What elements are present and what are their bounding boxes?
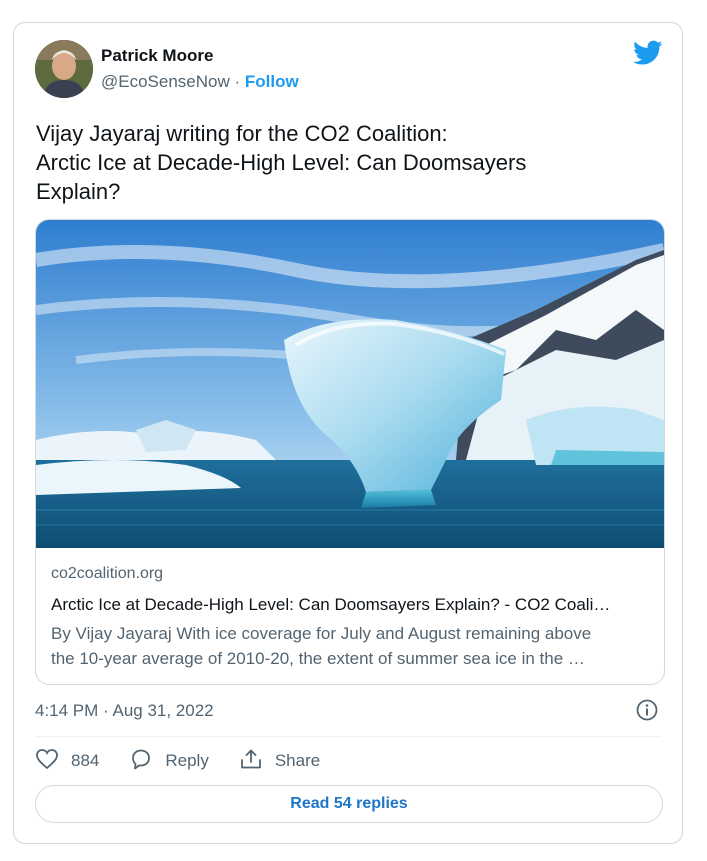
tweet-timestamp[interactable]: 4:14 PM · Aug 31, 2022 [35, 701, 214, 721]
separator: · [229, 72, 245, 91]
link-description-line: the 10-year average of 2010-20, the exte… [51, 649, 585, 668]
heart-icon [35, 748, 71, 775]
twitter-bird-icon[interactable] [633, 40, 663, 66]
link-preview-card[interactable]: co2coalition.org Arctic Ice at Decade-Hi… [35, 219, 665, 685]
tweet-actions: 884 Reply Share [35, 747, 350, 775]
link-preview-image[interactable] [36, 220, 664, 548]
author-handle[interactable]: @EcoSenseNow [101, 72, 230, 91]
link-description-line: By Vijay Jayaraj With ice coverage for J… [51, 624, 592, 643]
info-icon[interactable] [636, 699, 658, 721]
reply-icon [129, 748, 165, 775]
tweet-text-line: Explain? [36, 179, 121, 204]
tweet-card: Patrick Moore @EcoSenseNow · Follow Vija… [13, 22, 683, 844]
tweet-text: Vijay Jayaraj writing for the CO2 Coalit… [36, 119, 636, 206]
follow-button[interactable]: Follow [245, 72, 299, 91]
share-icon [239, 748, 275, 775]
share-button[interactable]: Share [239, 748, 320, 775]
reply-button[interactable]: Reply [129, 748, 209, 775]
share-label: Share [274, 751, 321, 770]
read-replies-button[interactable]: Read 54 replies [35, 785, 663, 823]
tweet-text-line: Arctic Ice at Decade-High Level: Can Doo… [36, 150, 527, 175]
reply-label: Reply [165, 751, 209, 770]
author-name[interactable]: Patrick Moore [101, 46, 213, 66]
tweet-text-line: Vijay Jayaraj writing for the CO2 Coalit… [36, 121, 448, 146]
divider [35, 736, 661, 737]
like-count: 884 [71, 751, 100, 770]
like-button[interactable]: 884 [35, 748, 99, 775]
author-handle-row: @EcoSenseNow · Follow [101, 72, 299, 92]
avatar[interactable] [35, 40, 93, 98]
link-title: Arctic Ice at Decade-High Level: Can Doo… [51, 595, 611, 614]
link-domain: co2coalition.org [51, 565, 164, 582]
link-description: By Vijay Jayaraj With ice coverage for J… [51, 621, 651, 671]
